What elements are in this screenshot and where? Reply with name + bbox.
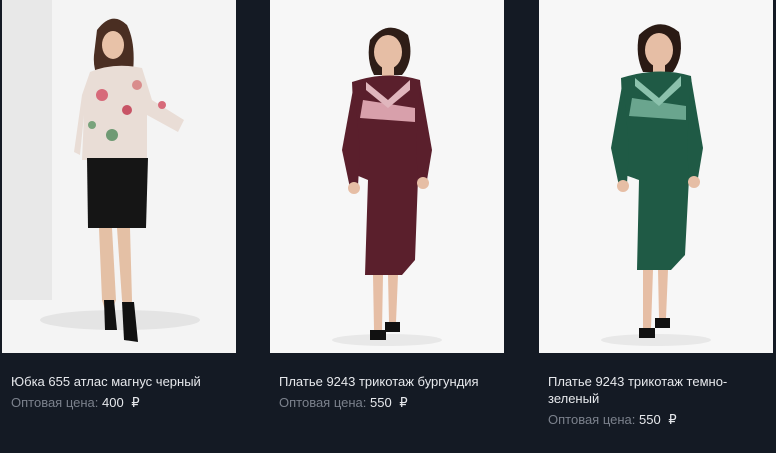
ruble-icon: ₽ [131, 395, 140, 410]
ruble-icon: ₽ [399, 395, 408, 410]
product-card[interactable]: Платье 9243 трикотаж бургундия Оптовая ц… [270, 0, 504, 411]
price-value: 550 [370, 395, 392, 410]
product-title[interactable]: Юбка 655 атлас магнус черный [11, 373, 233, 390]
price-value: 400 [102, 395, 124, 410]
product-card[interactable]: Юбка 655 атлас магнус черный Оптовая цен… [2, 0, 236, 411]
price-label: Оптовая цена: [548, 412, 636, 427]
product-card[interactable]: Платье 9243 трикотаж темно-зеленый Оптов… [539, 0, 773, 428]
product-price: Оптовая цена: 400 ₽ [11, 394, 236, 411]
product-photo[interactable] [2, 0, 236, 353]
product-photo[interactable] [270, 0, 504, 353]
price-label: Оптовая цена: [279, 395, 367, 410]
ruble-icon: ₽ [668, 412, 677, 427]
product-grid: Юбка 655 атлас магнус черный Оптовая цен… [0, 0, 776, 453]
product-price: Оптовая цена: 550 ₽ [548, 411, 773, 428]
price-label: Оптовая цена: [11, 395, 99, 410]
product-photo[interactable] [539, 0, 773, 353]
product-title[interactable]: Платье 9243 трикотаж бургундия [279, 373, 501, 390]
price-value: 550 [639, 412, 661, 427]
product-title[interactable]: Платье 9243 трикотаж темно-зеленый [548, 373, 770, 407]
product-price: Оптовая цена: 550 ₽ [279, 394, 504, 411]
